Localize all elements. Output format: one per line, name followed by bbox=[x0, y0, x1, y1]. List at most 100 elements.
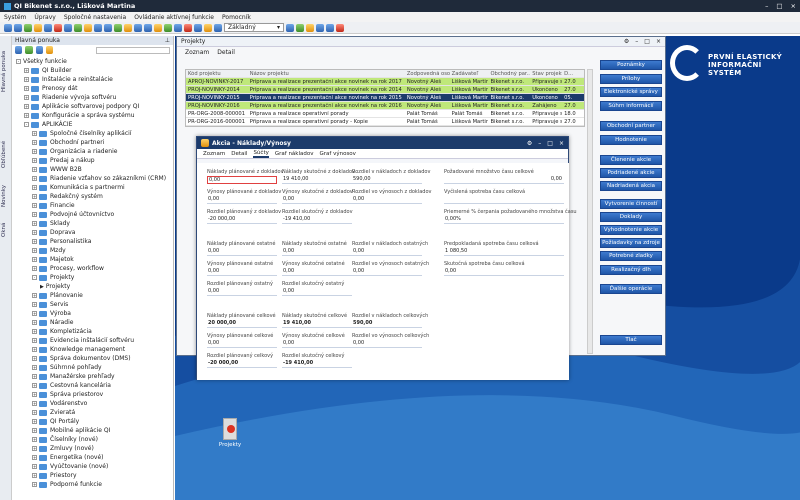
tree-item[interactable]: + Redakčný systém bbox=[32, 192, 103, 201]
table-row[interactable]: APROJ-NOVINKY-2017 Príprava a realizace p… bbox=[186, 78, 584, 86]
expand-icon[interactable]: + bbox=[32, 140, 37, 145]
help-icon[interactable] bbox=[104, 23, 112, 32]
column-header[interactable]: Stav projektu bbox=[530, 71, 562, 77]
expand-icon[interactable]: + bbox=[32, 131, 37, 136]
tree-item[interactable]: + Zmluvy (nové) bbox=[32, 444, 94, 453]
tab-windows[interactable]: Okná bbox=[1, 220, 11, 240]
table-row[interactable]: PROJ-NOVINKY-2016 Príprava a realizace pr… bbox=[186, 102, 584, 110]
field-value[interactable]: 0,00 bbox=[282, 268, 352, 276]
tree-item[interactable]: + Knowledge management bbox=[32, 345, 125, 354]
tree-item[interactable]: + Riadenie vzťahov so zákazníkmi (CRM) bbox=[32, 174, 166, 183]
expand-icon[interactable]: + bbox=[32, 185, 37, 190]
tab-list[interactable]: Zoznam bbox=[185, 49, 209, 56]
add-icon[interactable] bbox=[74, 23, 82, 32]
column-header[interactable]: Názov projektu bbox=[248, 71, 405, 77]
tree-item[interactable]: + QI Portály bbox=[32, 417, 79, 426]
expand-icon[interactable]: + bbox=[32, 482, 37, 487]
column-header[interactable]: D... bbox=[562, 71, 584, 77]
field-value[interactable]: 590,00 bbox=[352, 320, 422, 328]
tab-news[interactable]: Novinky bbox=[1, 180, 11, 212]
settings-icon[interactable] bbox=[144, 23, 152, 32]
refresh-icon[interactable] bbox=[24, 23, 32, 32]
grid-icon[interactable] bbox=[296, 23, 304, 32]
field-value[interactable]: -20 000,00 bbox=[207, 216, 277, 224]
collapse-icon[interactable]: - bbox=[32, 275, 37, 280]
expand-icon[interactable]: + bbox=[32, 302, 37, 307]
expand-icon[interactable]: + bbox=[32, 428, 37, 433]
home-icon[interactable] bbox=[194, 23, 202, 32]
refresh-icon[interactable] bbox=[15, 46, 23, 54]
expand-icon[interactable]: + bbox=[32, 392, 37, 397]
expand-icon[interactable]: + bbox=[32, 266, 37, 271]
expand-icon[interactable]: + bbox=[32, 473, 37, 478]
tree-item[interactable]: + Procesy, workflow bbox=[32, 264, 104, 273]
tree-item[interactable]: + Správa priestorov bbox=[32, 390, 103, 399]
expand-icon[interactable]: + bbox=[32, 338, 37, 343]
field-value[interactable]: 0,00 bbox=[352, 196, 422, 204]
side-button[interactable]: Podriadené akcie bbox=[600, 168, 662, 178]
collapse-icon[interactable]: - bbox=[16, 59, 21, 64]
menu-edit[interactable]: Úpravy bbox=[34, 14, 55, 21]
tree-item[interactable]: + Plánovanie bbox=[32, 291, 83, 300]
tree-item[interactable]: - Projekty bbox=[32, 273, 74, 282]
expand-icon[interactable]: + bbox=[32, 194, 37, 199]
maximize-icon[interactable]: □ bbox=[644, 38, 650, 45]
tree-item[interactable]: + Obchodní partneri bbox=[32, 138, 104, 147]
expand-icon[interactable]: + bbox=[32, 257, 37, 262]
field-value[interactable] bbox=[444, 196, 564, 204]
tree-item[interactable]: + Organizácia a riadenie bbox=[32, 147, 117, 156]
table-row[interactable]: PR-ORG-2008-000001 Příprava a realizace o… bbox=[186, 110, 584, 118]
collapse-icon[interactable] bbox=[35, 46, 44, 54]
side-button[interactable]: Požiadavky na zdroje bbox=[600, 238, 662, 248]
field-value[interactable]: 590,00 bbox=[352, 176, 422, 184]
print-icon[interactable] bbox=[64, 23, 72, 32]
expand-icon[interactable]: + bbox=[24, 104, 29, 109]
tree-item[interactable]: + Priestory bbox=[32, 471, 77, 480]
minimize-icon[interactable]: – bbox=[538, 140, 541, 147]
field-value[interactable]: 0,00 bbox=[207, 268, 277, 276]
tree-item[interactable]: + Náradie bbox=[32, 318, 73, 327]
menu-common-settings[interactable]: Spoločné nastavenia bbox=[64, 14, 126, 21]
forward-icon[interactable] bbox=[14, 23, 22, 32]
field-value[interactable]: 0,00 bbox=[352, 340, 422, 348]
field-value[interactable]: 1 080,50 bbox=[444, 248, 564, 256]
desktop-icon-projects[interactable]: Projekty bbox=[215, 418, 245, 463]
field-value[interactable]: 0,00 bbox=[282, 340, 352, 348]
field-value[interactable]: 0,00 bbox=[444, 268, 564, 276]
expand-icon[interactable]: + bbox=[32, 365, 37, 370]
field-value[interactable]: 19 410,00 bbox=[282, 320, 352, 328]
field-value[interactable]: -19 410,00 bbox=[282, 216, 352, 224]
expand-icon[interactable]: + bbox=[32, 158, 37, 163]
field-value[interactable]: 19 410,00 bbox=[282, 176, 352, 184]
tree-item[interactable]: + Kompletizácia bbox=[32, 327, 92, 336]
close-icon[interactable]: × bbox=[559, 140, 564, 147]
side-button[interactable]: Elektronické správy bbox=[600, 87, 662, 97]
maximize-icon[interactable]: □ bbox=[547, 140, 553, 147]
expand-icon[interactable]: + bbox=[32, 419, 37, 424]
column-header[interactable]: Kód projektu bbox=[186, 71, 248, 77]
table-row[interactable]: PROJ-NOVINKY-2015 Príprava a realizace pr… bbox=[186, 94, 584, 102]
tree-item[interactable]: + QI Builder bbox=[24, 66, 72, 75]
field-value[interactable]: 0,00 bbox=[207, 340, 277, 348]
expand-icon[interactable]: + bbox=[24, 113, 29, 118]
tab-favorites[interactable]: Obľúbené bbox=[1, 134, 11, 174]
side-button[interactable]: Doklady bbox=[600, 212, 662, 222]
tree-item[interactable]: + Inštalácie a reinštalácie bbox=[24, 75, 113, 84]
link-icon[interactable] bbox=[214, 23, 222, 32]
tree-item[interactable]: + WWW B2B bbox=[32, 165, 82, 174]
field-value[interactable]: 0,00 bbox=[444, 176, 564, 184]
tree-item[interactable]: + Podporné funkcie bbox=[32, 480, 102, 489]
monitor-icon[interactable] bbox=[316, 23, 324, 32]
close-icon[interactable]: × bbox=[656, 38, 661, 45]
table-row[interactable]: PROJ-NOVINKY-2014 Príprava a realizace pr… bbox=[186, 86, 584, 94]
tree-item[interactable]: + Súhrnné pohľady bbox=[32, 363, 102, 372]
expand-icon[interactable]: + bbox=[32, 203, 37, 208]
side-button[interactable]: Potrebné zladky bbox=[600, 251, 662, 261]
maximize-icon[interactable]: □ bbox=[776, 2, 782, 10]
tree-item[interactable]: + Aplikácie softvarovej podpory QI bbox=[24, 102, 139, 111]
export-icon[interactable] bbox=[114, 23, 122, 32]
star-icon[interactable] bbox=[154, 23, 162, 32]
field-value[interactable]: 0,00 bbox=[207, 176, 277, 184]
expand-icon[interactable]: + bbox=[24, 95, 29, 100]
tab-main-menu[interactable]: Hlavná ponuka bbox=[1, 46, 11, 96]
